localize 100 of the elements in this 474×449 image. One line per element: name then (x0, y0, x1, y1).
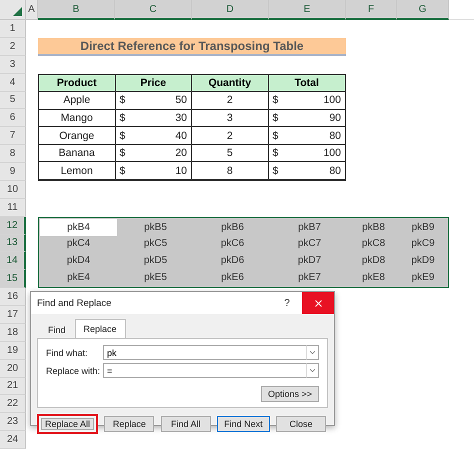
row-header[interactable]: 15 (0, 270, 26, 288)
row-header[interactable]: 2 (0, 38, 26, 56)
table-cell: 2 (192, 92, 268, 110)
sheet-cell[interactable]: pkE7 (271, 269, 348, 286)
row-header[interactable]: 1 (0, 20, 26, 38)
row-header[interactable]: 17 (0, 306, 26, 324)
sheet-cell[interactable]: pkD5 (117, 252, 194, 270)
sheet-cell[interactable]: pkE5 (117, 269, 194, 286)
help-button[interactable]: ? (272, 292, 302, 314)
sheet-cell[interactable]: pkC4 (40, 236, 117, 252)
sheet-cell[interactable]: pkB9 (399, 218, 447, 236)
table-cell: 2 (192, 127, 268, 145)
column-header[interactable]: B (38, 0, 115, 20)
column-header[interactable]: C (115, 0, 192, 20)
table-header: Product (39, 74, 116, 92)
sheet-cell[interactable]: pkB4 (40, 218, 117, 236)
column-header[interactable]: E (269, 0, 346, 20)
currency-symbol: $ (120, 147, 126, 160)
field-label: Replace with: (46, 366, 102, 376)
close-button[interactable] (302, 292, 334, 314)
dropdown-icon[interactable] (306, 345, 319, 360)
table-cell: 8 (192, 162, 268, 180)
price-value: 30 (175, 112, 187, 124)
row-header[interactable]: 19 (0, 342, 26, 360)
row-header[interactable]: 24 (0, 431, 26, 449)
input-field[interactable]: = (103, 363, 306, 378)
close-icon (312, 298, 324, 308)
price-value: 20 (175, 147, 187, 160)
column-header[interactable]: G (397, 0, 449, 20)
currency-symbol: $ (272, 147, 278, 160)
column-header[interactable]: F (346, 0, 397, 20)
sheet-cell[interactable]: pkB7 (271, 218, 348, 236)
total-value: 100 (323, 94, 341, 106)
row-header[interactable]: 21 (0, 378, 26, 396)
select-all-corner[interactable] (0, 0, 26, 20)
dialog-tab[interactable]: Find (39, 321, 75, 338)
row-header[interactable]: 20 (0, 360, 26, 378)
input-field[interactable]: pk (103, 345, 306, 360)
row-header[interactable]: 8 (0, 145, 26, 163)
sheet-cell[interactable]: pkD8 (348, 252, 399, 270)
sheet-cell[interactable]: pkC6 (194, 236, 271, 252)
sheet-cell[interactable]: pkC9 (399, 236, 447, 252)
sheet-cell[interactable]: pkD9 (399, 252, 447, 270)
row-header[interactable]: 5 (0, 92, 26, 110)
sheet-cell[interactable]: pkE8 (348, 269, 399, 286)
row-header[interactable]: 16 (0, 288, 26, 306)
dialog-button[interactable]: Find All (160, 416, 211, 432)
column-header[interactable]: D (192, 0, 269, 20)
currency-symbol: $ (272, 164, 278, 177)
table-cell: Apple (39, 92, 116, 110)
options-button[interactable]: Options >> (260, 386, 319, 402)
total-value: 90 (329, 112, 341, 124)
row-header[interactable]: 7 (0, 127, 26, 146)
sheet-cell[interactable]: pkD7 (271, 252, 348, 270)
sheet-cell[interactable]: pkD4 (40, 252, 117, 270)
column-header[interactable]: A (26, 0, 38, 20)
sheet-cell[interactable]: pkC5 (117, 236, 194, 252)
dialog-tab[interactable]: Replace (74, 319, 126, 338)
sheet-cell[interactable]: pkB6 (194, 218, 271, 236)
sheet-cell[interactable]: pkE4 (40, 269, 117, 286)
sheet-cell[interactable]: pkE6 (194, 269, 271, 286)
currency-symbol: $ (120, 164, 126, 177)
total-value: 80 (329, 164, 341, 177)
row-header[interactable]: 18 (0, 324, 26, 342)
sheet-cell[interactable]: pkC7 (271, 236, 348, 252)
table-cell: Orange (39, 127, 116, 145)
sheet-cell[interactable]: pkB5 (117, 218, 194, 236)
row-header[interactable]: 9 (0, 163, 26, 181)
row-header[interactable]: 4 (0, 74, 26, 92)
field-label: Find what: (46, 348, 89, 358)
table-cell: Lemon (39, 162, 116, 180)
table-cell: 3 (192, 110, 268, 128)
sheet-cell[interactable]: pkB8 (348, 218, 399, 236)
sheet-cell[interactable]: pkC8 (348, 236, 399, 252)
sheet-cell[interactable]: pkE9 (399, 269, 447, 286)
dialog-button[interactable]: Close (276, 416, 326, 432)
corner-triangle-icon (13, 7, 22, 16)
price-value: 50 (175, 94, 187, 106)
currency-symbol: $ (120, 112, 126, 124)
table-header: Quantity (192, 74, 268, 92)
row-header[interactable]: 6 (0, 109, 26, 128)
row-header[interactable]: 22 (0, 395, 26, 414)
dialog-title: Find and Replace (37, 298, 112, 308)
currency-symbol: $ (120, 130, 126, 142)
dialog-button[interactable]: Find Next (217, 416, 270, 432)
row-header[interactable]: 12 (0, 216, 26, 234)
row-header[interactable]: 3 (0, 56, 26, 74)
currency-symbol: $ (272, 94, 278, 106)
row-header[interactable]: 11 (0, 198, 26, 217)
dropdown-icon[interactable] (306, 363, 319, 378)
total-value: 80 (329, 130, 341, 142)
row-header[interactable]: 23 (0, 413, 26, 432)
sheet-cell[interactable]: pkD6 (194, 252, 271, 270)
table-cell: Banana (39, 144, 116, 162)
dialog-button[interactable]: Replace (104, 416, 154, 432)
price-value: 10 (175, 164, 187, 177)
row-header[interactable]: 14 (0, 252, 26, 270)
row-header[interactable]: 13 (0, 234, 26, 252)
dialog-button[interactable]: Replace All (37, 414, 98, 434)
row-header[interactable]: 10 (0, 180, 26, 199)
